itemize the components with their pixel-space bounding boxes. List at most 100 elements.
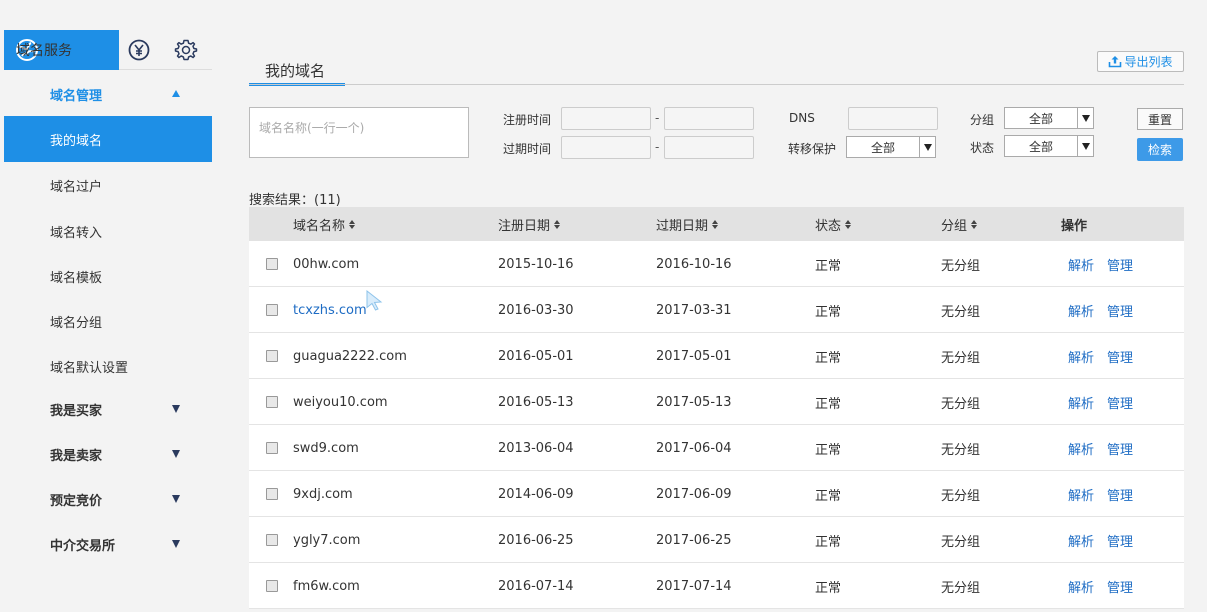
exp-date: 2017-06-09 <box>656 486 732 502</box>
status-label: 状态 <box>970 141 995 155</box>
search-button[interactable]: 检索 <box>1137 138 1183 161</box>
reg-time-end-input[interactable] <box>664 107 754 130</box>
reg-time-start-input[interactable] <box>561 107 651 130</box>
domain-name[interactable]: ygly7.com <box>293 517 360 563</box>
tab-my-domains[interactable]: 我的域名 <box>249 53 345 86</box>
group: 无分组 <box>941 396 981 412</box>
manage-link[interactable]: 管理 <box>1107 563 1133 609</box>
sidebar-group-escrow-exchange[interactable]: 中介交易所 <box>4 521 212 567</box>
status: 正常 <box>815 350 842 366</box>
sort-icon <box>554 219 561 229</box>
sidebar-group-seller[interactable]: 我是卖家 <box>4 431 212 477</box>
yen-icon[interactable] <box>128 39 150 61</box>
domain-name[interactable]: 9xdj.com <box>293 471 353 517</box>
sidebar-item-label: 域名过户 <box>50 179 103 195</box>
status: 正常 <box>815 580 842 596</box>
exp-date: 2017-05-13 <box>656 394 732 410</box>
row-checkbox[interactable] <box>266 304 278 316</box>
row-checkbox[interactable] <box>266 442 278 454</box>
manage-link[interactable]: 管理 <box>1107 241 1133 287</box>
group: 无分组 <box>941 442 981 458</box>
resolve-link[interactable]: 解析 <box>1068 517 1094 563</box>
reset-button[interactable]: 重置 <box>1137 108 1183 130</box>
domain-name[interactable]: weiyou10.com <box>293 379 388 425</box>
sidebar-item-domain-group[interactable]: 域名分组 <box>4 298 212 344</box>
domain-name[interactable]: swd9.com <box>293 425 359 471</box>
sidebar-item-my-domains[interactable]: 我的域名 <box>4 116 212 162</box>
resolve-link[interactable]: 解析 <box>1068 287 1094 333</box>
sidebar-item-domain-default-settings[interactable]: 域名默认设置 <box>4 343 212 389</box>
gear-icon[interactable] <box>174 38 198 62</box>
group-label: 分组 <box>970 113 995 127</box>
sidebar-item-label: 我是买家 <box>50 403 103 419</box>
reg-date: 2016-03-30 <box>498 302 574 318</box>
status: 正常 <box>815 534 842 550</box>
exp-date: 2017-07-14 <box>656 578 732 594</box>
domain-name[interactable]: fm6w.com <box>293 563 360 609</box>
resolve-link[interactable]: 解析 <box>1068 241 1094 287</box>
resolve-link[interactable]: 解析 <box>1068 563 1094 609</box>
manage-link[interactable]: 管理 <box>1107 287 1133 333</box>
resolve-link[interactable]: 解析 <box>1068 425 1094 471</box>
manage-link[interactable]: 管理 <box>1107 333 1133 379</box>
export-list-label: 导出列表 <box>1124 55 1173 69</box>
manage-link[interactable]: 管理 <box>1107 471 1133 517</box>
domain-name[interactable]: guagua2222.com <box>293 333 407 379</box>
header-label: 域名名称 <box>293 218 346 234</box>
exp-time-end-input[interactable] <box>664 136 754 159</box>
header-domain-name[interactable]: 域名名称 <box>293 207 356 241</box>
header-label: 状态 <box>815 218 842 234</box>
domain-names-textarea[interactable]: 域名名称(一行一个) <box>249 107 469 158</box>
dns-input[interactable] <box>848 107 938 130</box>
sidebar-group-reserve-bid[interactable]: 预定竞价 <box>4 476 212 522</box>
header-exp-date[interactable]: 过期日期 <box>656 207 719 241</box>
chevron-up-icon <box>172 90 180 97</box>
manage-link[interactable]: 管理 <box>1107 517 1133 563</box>
resolve-link[interactable]: 解析 <box>1068 379 1094 425</box>
group: 无分组 <box>941 580 981 596</box>
sidebar-item-domain-transfer-owner[interactable]: 域名过户 <box>4 162 212 208</box>
domain-name[interactable]: tcxzhs.com <box>293 287 367 333</box>
sidebar-item-domain-template[interactable]: 域名模板 <box>4 253 212 299</box>
sidebar-item-label: 域名模板 <box>50 270 103 286</box>
manage-link[interactable]: 管理 <box>1107 379 1133 425</box>
row-checkbox[interactable] <box>266 258 278 270</box>
status: 正常 <box>815 488 842 504</box>
status-value: 全部 <box>1028 139 1053 154</box>
manage-link[interactable]: 管理 <box>1107 425 1133 471</box>
sidebar-item-label: 域名默认设置 <box>50 360 129 376</box>
group-select[interactable]: 全部 <box>1004 107 1094 129</box>
row-checkbox[interactable] <box>266 350 278 362</box>
header-operations: 操作 <box>1061 218 1088 234</box>
exp-date: 2017-05-01 <box>656 348 732 364</box>
export-list-button[interactable]: 导出列表 <box>1097 51 1184 72</box>
tab-domain-service[interactable]: 域名服务 <box>4 30 119 70</box>
resolve-link[interactable]: 解析 <box>1068 471 1094 517</box>
header-reg-date[interactable]: 注册日期 <box>498 207 561 241</box>
row-checkbox[interactable] <box>266 534 278 546</box>
group: 无分组 <box>941 350 981 366</box>
table-row: 00hw.com 2015-10-16 2016-10-16 正常 无分组 解析… <box>249 241 1184 287</box>
status: 正常 <box>815 396 842 412</box>
sidebar-item-domain-transfer-in[interactable]: 域名转入 <box>4 208 212 254</box>
header-status[interactable]: 状态 <box>815 207 852 241</box>
caret-down-icon <box>1077 136 1093 156</box>
row-checkbox[interactable] <box>266 488 278 500</box>
sidebar: 域名服务 域名管理 我的域名 域名过户 域名转入 域名模板 域名分组 域名默认设… <box>4 30 212 612</box>
row-checkbox[interactable] <box>266 580 278 592</box>
range-dash: - <box>655 111 660 125</box>
sidebar-item-label: 预定竞价 <box>50 493 103 509</box>
group: 无分组 <box>941 488 981 504</box>
status-select[interactable]: 全部 <box>1004 135 1094 157</box>
row-checkbox[interactable] <box>266 396 278 408</box>
sidebar-group-buyer[interactable]: 我是买家 <box>4 386 212 432</box>
transfer-protect-select[interactable]: 全部 <box>846 136 936 158</box>
sidebar-group-domain-management[interactable]: 域名管理 <box>4 71 212 117</box>
header-group[interactable]: 分组 <box>941 207 978 241</box>
domain-name[interactable]: 00hw.com <box>293 241 359 287</box>
exp-time-start-input[interactable] <box>561 136 651 159</box>
resolve-link[interactable]: 解析 <box>1068 333 1094 379</box>
chevron-down-icon <box>172 450 180 458</box>
table-row: guagua2222.com 2016-05-01 2017-05-01 正常 … <box>249 333 1184 379</box>
header-label: 注册日期 <box>498 218 551 234</box>
